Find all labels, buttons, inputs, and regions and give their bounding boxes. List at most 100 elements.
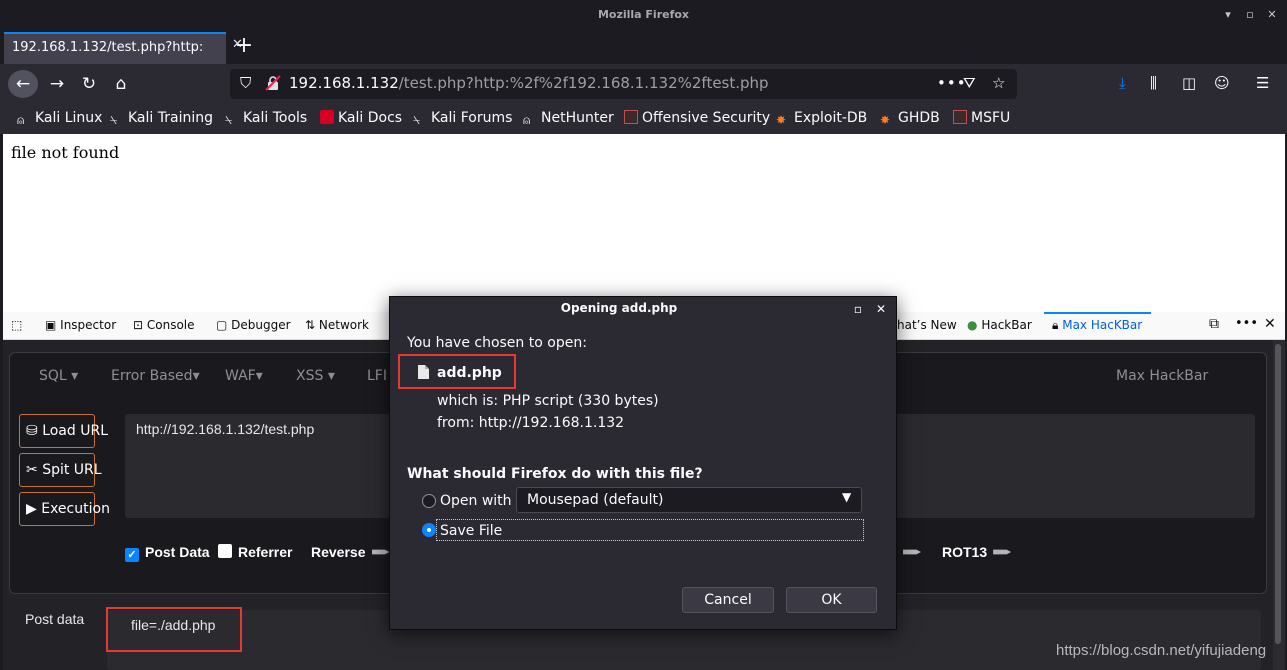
maximize-icon[interactable]: ▫ <box>1243 8 1257 22</box>
url-textarea-value: http://192.168.1.132/test.php <box>136 421 315 437</box>
hackbar-brand: Max HackBar <box>1116 368 1209 384</box>
browser-tab[interactable]: 192.168.1.132/test.php?http: <box>4 32 226 64</box>
load-icon: ⛁ <box>26 423 38 439</box>
download-icon[interactable]: ⤓ <box>1119 74 1126 92</box>
ok-button[interactable]: OK <box>786 587 877 613</box>
back-arrow-icon[interactable]: ← <box>8 70 38 98</box>
page-message: file not found <box>11 143 120 162</box>
rot13-button[interactable]: ROT13 <box>942 544 1012 560</box>
new-tab-icon[interactable]: + <box>234 35 254 57</box>
lock-icon: 🔒︎ <box>1052 318 1059 332</box>
element-picker-icon[interactable]: ⬚ <box>11 318 22 332</box>
menu-error-based[interactable]: Error Based▾ <box>111 368 200 384</box>
devtools-tab-console[interactable]: ⊡ Console <box>133 318 195 332</box>
sidebar-icon[interactable]: ◫ <box>1182 74 1196 92</box>
bookmark-item[interactable]: ⍝ Kali Linux <box>17 110 102 127</box>
menu-lfi[interactable]: LFI <box>367 368 387 384</box>
menu-xss[interactable]: XSS ▾ <box>296 368 335 384</box>
post-data-checkbox[interactable]: ✓ Post Data <box>125 544 210 562</box>
bookmark-item[interactable]: Kali Docs <box>320 110 402 126</box>
annotation-highlight-box <box>398 354 516 389</box>
page-content <box>3 134 1285 312</box>
dialog-maximize-icon[interactable]: ▫ <box>851 302 865 316</box>
devtools-tab-hackbar[interactable]: ● HackBar <box>967 318 1032 332</box>
devtools-close-icon[interactable]: ✕ <box>1264 316 1276 332</box>
split-icon: ✂ <box>26 462 38 478</box>
hackbar-logo-icon: ● <box>967 318 978 332</box>
bookmark-item[interactable]: ✸ Exploit-DB <box>776 110 867 127</box>
active-tab-indicator <box>1044 312 1151 314</box>
referrer-checkbox[interactable]: Referrer <box>218 544 292 560</box>
dialog-question: What should Firefox do with this file? <box>407 466 703 482</box>
chevron-down-icon: ▼ <box>842 490 852 504</box>
open-with-label[interactable]: Open with <box>440 493 512 509</box>
url-host: 192.168.1.132 <box>289 74 399 92</box>
account-icon[interactable]: ☺ <box>1214 74 1230 92</box>
kali-dragon-icon: ⍝ <box>17 113 25 127</box>
bookmark-item[interactable]: MSFU <box>953 110 1010 126</box>
dock-icon[interactable]: ⧉ <box>1209 316 1219 332</box>
forward-arrow-icon[interactable]: → <box>42 70 72 98</box>
load-url-button[interactable]: ⛁ Load URL <box>19 414 108 448</box>
devtools-tab-debugger[interactable]: ▢ Debugger <box>216 318 291 332</box>
exploit-db-icon: ✸ <box>776 113 787 127</box>
file-type-row: which is: PHP script (330 bytes) <box>437 393 659 409</box>
ghdb-icon: ✸ <box>880 113 891 127</box>
arrow-tag-icon <box>371 549 390 555</box>
reload-icon[interactable]: ↻ <box>74 70 104 98</box>
menu-waf[interactable]: WAF▾ <box>225 368 263 384</box>
play-icon: ▶ <box>26 501 37 517</box>
dialog-title: Opening add.php <box>560 301 678 315</box>
bookmark-item[interactable]: ⍀ Kali Forums <box>413 110 512 127</box>
checkbox-unchecked-icon <box>218 544 232 558</box>
msfu-icon <box>953 110 967 124</box>
home-icon[interactable]: ⌂ <box>106 70 136 98</box>
save-file-radio[interactable] <box>422 523 436 537</box>
close-window-icon[interactable]: ✕ <box>1265 8 1279 22</box>
library-icon[interactable]: ⫼ <box>1150 74 1157 92</box>
nethunter-icon: ⍝ <box>523 113 531 127</box>
scrollbar-thumb[interactable] <box>1275 344 1281 644</box>
kali-dragon-icon: ⍀ <box>110 113 118 127</box>
annotation-highlight-box <box>106 607 242 652</box>
kali-dragon-icon: ⍀ <box>413 113 421 127</box>
window-title: Mozilla Firefox <box>0 0 1287 30</box>
checkbox-checked-icon: ✓ <box>125 548 139 562</box>
offsec-icon <box>624 110 638 124</box>
open-with-radio[interactable] <box>422 494 436 508</box>
insecure-lock-icon[interactable] <box>265 75 281 91</box>
arrow-tag-icon <box>897 544 921 560</box>
url-path: /test.php?http:%2f%2f192.168.1.132%2ftes… <box>398 74 769 92</box>
dialog-intro: You have chosen to open: <box>407 335 587 351</box>
bookmark-item[interactable]: ⍀ Kali Training <box>110 110 213 127</box>
bookmark-item[interactable]: ⍝ NetHunter <box>523 110 614 127</box>
pocket-icon[interactable]: ⛛ <box>963 74 976 92</box>
split-url-button[interactable]: ✂ Spit URL <box>19 453 102 487</box>
bookmark-item[interactable]: Offensive Security <box>624 110 770 126</box>
dialog-close-icon[interactable]: ✕ <box>874 302 888 316</box>
devtools-tab-max-hackbar[interactable]: 🔒︎ Max HacKBar <box>1052 318 1142 333</box>
post-data-label: Post data <box>25 611 85 627</box>
watermark: https://blog.csdn.net/yifujiadeng <box>1056 642 1267 659</box>
file-source-row: from: http://192.168.1.132 <box>437 415 625 431</box>
bookmark-item[interactable]: ✸ GHDB <box>880 110 940 127</box>
menu-sql[interactable]: SQL ▾ <box>39 368 78 384</box>
open-with-app: Mousepad (default) <box>527 492 664 508</box>
devtools-tab-whats-new[interactable]: hat’s New <box>897 318 957 332</box>
shield-icon[interactable]: ⛉ <box>240 74 251 92</box>
arrow-tag-icon <box>993 549 1012 555</box>
minimize-icon[interactable]: ▾ <box>1221 8 1235 22</box>
save-file-label[interactable]: Save File <box>440 523 502 539</box>
devtools-tab-inspector[interactable]: ▣ Inspector <box>45 318 116 332</box>
kali-dragon-icon: ⍀ <box>225 113 233 127</box>
devtools-more-icon[interactable]: ••• <box>1235 316 1258 331</box>
execute-button[interactable]: ▶ Execution <box>19 492 110 526</box>
menu-icon[interactable]: ☰ <box>1256 74 1269 92</box>
devtools-tab-network[interactable]: ⇅ Network <box>305 318 369 332</box>
reverse-button[interactable]: Reverse <box>311 544 390 560</box>
docs-icon <box>320 110 334 124</box>
bookmark-star-icon[interactable]: ☆ <box>992 74 1005 92</box>
url-text[interactable]: 192.168.1.132/test.php?http:%2f%2f192.16… <box>289 74 769 92</box>
bookmark-item[interactable]: ⍀ Kali Tools <box>225 110 307 127</box>
cancel-button[interactable]: Cancel <box>682 587 774 613</box>
